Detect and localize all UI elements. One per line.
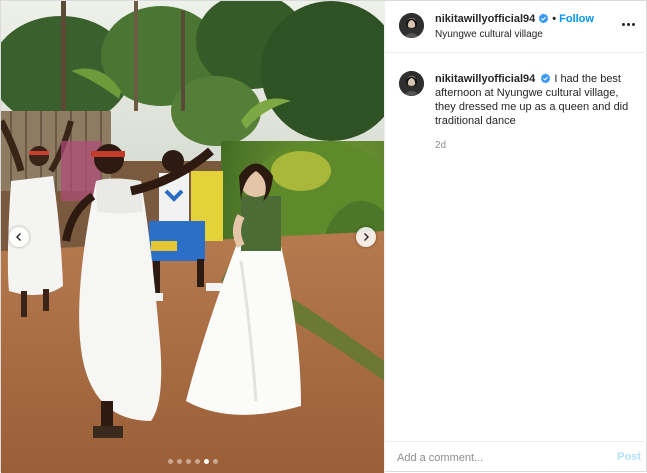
more-options-button[interactable] [619, 17, 637, 31]
more-dot-icon [631, 22, 635, 26]
profile-photo [399, 71, 424, 96]
instagram-post: nikitawillyofficial94 • Follow Nyungwe cul… [0, 0, 647, 473]
carousel-dot [176, 459, 182, 464]
carousel-dot [185, 459, 191, 464]
carousel-next-button[interactable] [356, 227, 376, 247]
location-link[interactable]: Nyungwe cultural village [435, 29, 543, 40]
avatar[interactable] [399, 71, 424, 96]
caption-username[interactable]: nikitawillyofficial94 [435, 73, 535, 85]
post-photo[interactable] [1, 1, 384, 473]
comment-input[interactable] [397, 450, 597, 466]
profile-photo [399, 13, 424, 38]
header-username[interactable]: nikitawillyofficial94 [435, 13, 535, 25]
chevron-left-icon [16, 233, 21, 241]
follow-button[interactable]: Follow [559, 13, 594, 25]
post-sidebar: nikitawillyofficial94 • Follow Nyungwe cul… [384, 1, 647, 473]
chevron-right-icon [364, 233, 369, 241]
post-header: nikitawillyofficial94 • Follow Nyungwe cul… [385, 1, 647, 53]
post-comment-button[interactable]: Post [617, 451, 641, 463]
carousel-dot [167, 459, 173, 464]
carousel-dot [203, 459, 209, 464]
more-dot-icon [626, 22, 630, 26]
verified-badge-icon [539, 13, 549, 24]
dance-scene-image [1, 1, 384, 473]
header-username-row: nikitawillyofficial94 • Follow [435, 13, 594, 25]
add-comment-bar: Post [385, 441, 647, 473]
more-dot-icon [621, 22, 625, 26]
caption-text-block: nikitawillyofficial94 I had the best aft… [435, 72, 635, 128]
carousel-dot [212, 459, 218, 464]
avatar[interactable] [399, 13, 424, 38]
carousel-indicator [1, 459, 384, 464]
verified-badge-icon [541, 73, 551, 84]
post-timestamp[interactable]: 2d [435, 140, 446, 151]
carousel-dot [194, 459, 200, 464]
carousel-prev-button[interactable] [9, 227, 29, 247]
separator-dot: • [552, 13, 557, 25]
